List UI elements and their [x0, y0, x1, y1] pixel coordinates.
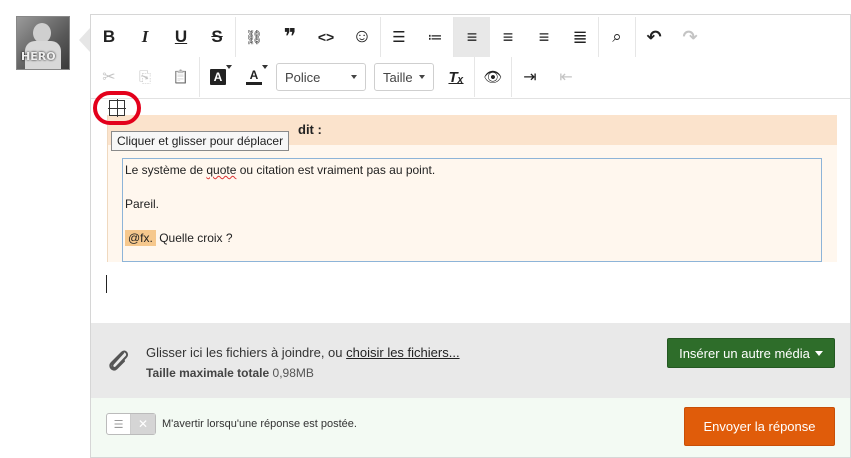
notify-label: M'avertir lorsqu'une réponse est postée. — [162, 418, 357, 430]
outdent-icon: ⇤ — [559, 69, 573, 86]
justify-button[interactable]: ≣ — [562, 17, 598, 57]
chevron-down-icon — [351, 75, 357, 79]
quote-text: Quelle croix ? — [155, 231, 233, 245]
code-button[interactable]: <> — [308, 17, 344, 57]
chevron-down-icon — [226, 65, 232, 69]
quote-button[interactable]: ❞ — [272, 17, 308, 57]
outdent-button[interactable]: ⇤ — [548, 57, 584, 97]
smiley-button[interactable]: ☺ — [344, 17, 380, 57]
misspelled-word: quote — [206, 163, 237, 177]
align-right-button[interactable]: ≡ — [526, 17, 562, 57]
toolbar-row-2: ✂ ⎘ 📋 A A Police Taille Tₓ 👁 ⇥ ⇤ — [91, 57, 584, 97]
toolbar: B I U S ⛓ ❞ <> ☺ ☰ ≔ ≡ ≡ ≡ ≣ ⌕ ↶ ↷ ✂ ⎘ � — [91, 15, 850, 99]
text-color-button[interactable]: A — [236, 57, 272, 97]
drag-handle-tooltip: Cliquer et glisser pour déplacer — [111, 131, 290, 151]
attachment-area[interactable]: Glisser ici les fichiers à joindre, ou c… — [91, 323, 850, 398]
underline-button[interactable]: U — [163, 17, 199, 57]
toggle-lines-icon: ☰ — [107, 414, 131, 434]
align-right-icon: ≡ — [538, 26, 550, 47]
toolbar-row-1: B I U S ⛓ ❞ <> ☺ ☰ ≔ ≡ ≡ ≡ ≣ ⌕ ↶ ↷ — [91, 17, 708, 57]
chevron-down-icon — [262, 65, 268, 69]
max-size-value: 0,98MB — [272, 366, 314, 380]
notify-toggle[interactable]: ☰ ✕ — [106, 413, 156, 435]
italic-button[interactable]: I — [127, 17, 163, 57]
italic-icon: I — [141, 27, 149, 46]
font-size-select[interactable]: Taille — [374, 63, 434, 91]
redo-button[interactable]: ↷ — [672, 17, 708, 57]
close-icon: ✕ — [131, 414, 155, 434]
smiley-icon: ☺ — [352, 26, 372, 47]
scissors-icon: ✂ — [102, 69, 116, 86]
choose-files-link[interactable]: choisir les fichiers... — [346, 345, 459, 360]
chevron-down-icon — [814, 350, 823, 356]
font-family-value: Police — [285, 69, 321, 85]
font-family-select[interactable]: Police — [276, 63, 366, 91]
background-color-button[interactable]: A — [200, 57, 236, 97]
redo-icon: ↷ — [682, 26, 698, 47]
attachment-prompt-text: Glisser ici les fichiers à joindre, ou — [146, 345, 347, 360]
indent-icon: ⇥ — [523, 69, 537, 86]
quote-content[interactable]: Le système de quote ou citation est vrai… — [122, 158, 822, 262]
align-center-icon: ≡ — [502, 26, 514, 47]
bullet-list-button[interactable]: ☰ — [381, 17, 417, 57]
undo-icon: ↶ — [646, 26, 662, 47]
quote-icon: ❞ — [283, 24, 297, 49]
preview-button[interactable]: ⌕ — [599, 17, 635, 57]
clear-format-icon: Tₓ — [448, 68, 464, 86]
quote-line: @fx. Quelle croix ? — [125, 230, 819, 246]
drag-handle-highlight — [93, 91, 141, 125]
max-size-label: Taille maximale totale — [146, 366, 270, 380]
quote-text: ou citation est vraiment pas au point. — [236, 163, 436, 177]
paste-button[interactable]: 📋 — [163, 57, 199, 97]
underline-icon: U — [174, 27, 188, 46]
text-cursor — [106, 275, 107, 293]
strikethrough-button[interactable]: S — [199, 17, 235, 57]
reply-footer: ☰ ✕ M'avertir lorsqu'une réponse est pos… — [91, 398, 850, 457]
code-icon: <> — [317, 29, 335, 45]
indent-button[interactable]: ⇥ — [512, 57, 548, 97]
eye-icon: 👁 — [483, 69, 503, 86]
undo-button[interactable]: ↶ — [636, 17, 672, 57]
quote-line: Pareil. — [125, 197, 160, 211]
quote-line: Le système de quote ou citation est vrai… — [125, 163, 819, 178]
link-icon: ⛓ — [245, 28, 263, 45]
bold-button[interactable]: B — [91, 17, 127, 57]
align-center-button[interactable]: ≡ — [490, 17, 526, 57]
text-color-icon: A — [246, 69, 262, 85]
copy-icon: ⎘ — [138, 68, 151, 86]
bold-icon: B — [102, 27, 116, 46]
user-mention[interactable]: @fx. — [125, 230, 156, 246]
preview-icon: ⌕ — [612, 27, 622, 46]
numbered-list-icon: ≔ — [427, 29, 443, 46]
avatar[interactable]: HERO — [16, 16, 70, 70]
quote-author-suffix: dit : — [298, 122, 322, 137]
insert-media-button[interactable]: Insérer un autre média — [667, 338, 835, 368]
align-left-icon: ≡ — [466, 26, 478, 47]
numbered-list-button[interactable]: ≔ — [417, 17, 453, 57]
paperclip-icon — [109, 350, 129, 371]
speech-arrow — [79, 28, 90, 52]
send-reply-button[interactable]: Envoyer la réponse — [684, 407, 835, 446]
justify-icon: ≣ — [572, 26, 588, 47]
drag-handle-icon[interactable] — [108, 99, 126, 117]
attachment-prompt: Glisser ici les fichiers à joindre, ou c… — [146, 345, 460, 360]
clipboard-icon: 📋 — [172, 69, 190, 84]
font-size-value: Taille — [383, 69, 413, 85]
toggle-source-button[interactable]: 👁 — [475, 57, 511, 97]
strikethrough-icon: S — [211, 27, 223, 46]
clear-format-button[interactable]: Tₓ — [438, 57, 474, 97]
align-left-button[interactable]: ≡ — [454, 17, 490, 57]
avatar-head — [33, 23, 51, 43]
background-color-icon: A — [210, 69, 226, 85]
attachment-max-size: Taille maximale totale 0,98MB — [146, 366, 314, 380]
chevron-down-icon — [419, 75, 425, 79]
editor-panel: B I U S ⛓ ❞ <> ☺ ☰ ≔ ≡ ≡ ≡ ≣ ⌕ ↶ ↷ ✂ ⎘ � — [90, 14, 851, 458]
link-button[interactable]: ⛓ — [236, 17, 272, 57]
copy-button[interactable]: ⎘ — [127, 57, 163, 97]
insert-media-label: Insérer un autre média — [679, 345, 810, 361]
bullet-list-icon: ☰ — [392, 29, 406, 46]
avatar-text: HERO — [21, 50, 56, 63]
quote-text: Le système de — [125, 163, 207, 177]
